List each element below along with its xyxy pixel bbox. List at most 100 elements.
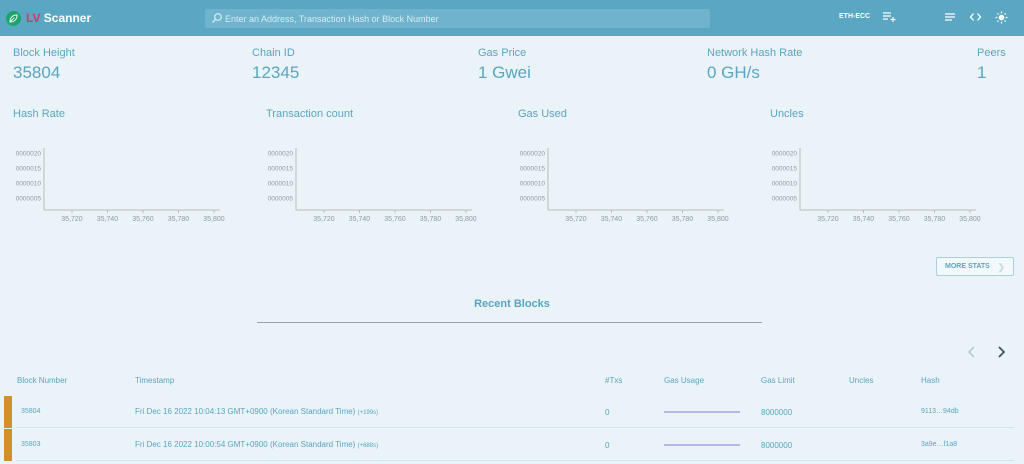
chart-hash-rate: 0000020 0000015 0000010 0000005 35,720 35,740… <box>16 148 225 223</box>
stat-label-block-height: Block Height <box>13 47 75 59</box>
row-divider <box>16 460 1014 461</box>
chart-y-tick-label: 0000010 <box>520 181 546 188</box>
chart-y-tick-label: 0000005 <box>520 196 546 203</box>
chart-x-tick-label: 35,740 <box>97 216 119 223</box>
stat-value-gas-price: 1 Gwei <box>478 63 531 82</box>
network-selector[interactable]: ETH-ECC <box>839 13 870 20</box>
chart-y-tick-label: 0000020 <box>16 151 42 158</box>
timestamp-ago: (+688s) <box>357 443 379 449</box>
leaf-logo-icon[interactable] <box>6 11 21 26</box>
chart-x-tick-label: 35,780 <box>168 216 190 223</box>
chart-y-tick-label: 0000005 <box>772 196 798 203</box>
menu-icon[interactable] <box>944 11 956 23</box>
row-divider <box>16 427 1014 428</box>
more-stats-button[interactable]: MORE STATS ❯ <box>936 257 1014 276</box>
chart-x-tick-label: 35,740 <box>349 216 371 223</box>
chart-x-tick-label: 35,720 <box>565 216 587 223</box>
chart-x-tick-label: 35,800 <box>203 216 225 223</box>
row-marker <box>4 429 12 461</box>
chart-uncles: 0000020 0000015 0000010 0000005 35,720 35,740… <box>772 148 981 223</box>
chart-y-tick-label: 0000020 <box>268 151 294 158</box>
block-timestamp: Fri Dec 16 2022 10:04:13 GMT+0900 (Korea… <box>135 407 378 416</box>
chart-y-tick-label: 0000010 <box>16 181 42 188</box>
stat-value-network-hash-rate: 0 GH/s <box>707 63 760 82</box>
chart-x-tick-label: 35,760 <box>888 216 910 223</box>
sun-icon[interactable] <box>995 11 1008 24</box>
recent-blocks-title: Recent Blocks <box>474 298 550 310</box>
chevron-right-icon: ❯ <box>997 262 1005 272</box>
chart-x-tick-label: 35,800 <box>455 216 477 223</box>
chart-gas-used: 0000020 0000015 0000010 0000005 35,720 35,740… <box>520 148 729 223</box>
stat-value-peers: 1 <box>977 63 987 82</box>
table-row[interactable]: 35804 Fri Dec 16 2022 10:04:13 GMT+0900 … <box>4 396 1014 428</box>
stat-value-block-height: 35804 <box>13 63 61 82</box>
chart-y-tick-label: 0000015 <box>268 166 294 173</box>
chart-x-tick-label: 35,760 <box>636 216 658 223</box>
column-header-hash[interactable]: Hash <box>921 376 940 385</box>
chart-y-tick-label: 0000015 <box>772 166 798 173</box>
table-row[interactable]: 35803 Fri Dec 16 2022 10:00:54 GMT+0900 … <box>4 429 1014 461</box>
chart-x-tick-label: 35,740 <box>601 216 623 223</box>
stat-label-peers: Peers <box>977 47 1006 59</box>
more-stats-label: MORE STATS <box>945 263 990 270</box>
chart-title-hash-rate: Hash Rate <box>13 108 65 120</box>
block-number-link[interactable]: 35804 <box>21 408 40 415</box>
stat-label-gas-price: Gas Price <box>478 47 527 59</box>
chart-x-tick-label: 35,800 <box>707 216 729 223</box>
chart-y-tick-label: 0000005 <box>268 196 294 203</box>
timestamp-text: Fri Dec 16 2022 10:00:54 GMT+0900 (Korea… <box>135 440 356 449</box>
playlist-add-icon[interactable] <box>883 11 896 23</box>
chart-title-uncles: Uncles <box>770 108 804 120</box>
row-marker <box>4 396 12 428</box>
column-header-txs[interactable]: #Txs <box>605 376 622 385</box>
pager-prev-chevron-left-icon[interactable] <box>965 345 979 359</box>
stat-label-network-hash-rate: Network Hash Rate <box>707 47 803 59</box>
column-header-block-number[interactable]: Block Number <box>17 376 67 385</box>
block-txs: 0 <box>605 408 610 417</box>
block-hash-link[interactable]: 9113…94db <box>921 408 959 415</box>
block-timestamp: Fri Dec 16 2022 10:00:54 GMT+0900 (Korea… <box>135 440 378 449</box>
column-header-gas-limit[interactable]: Gas Limit <box>761 376 795 385</box>
gas-usage-bar <box>664 444 740 446</box>
block-hash-link[interactable]: 3a9e…f1a8 <box>921 441 957 448</box>
chart-title-transaction-count: Transaction count <box>266 108 354 120</box>
column-header-timestamp[interactable]: Timestamp <box>135 376 174 385</box>
pager-next-chevron-right-icon[interactable] <box>994 345 1008 359</box>
stat-label-chain-id: Chain ID <box>252 47 295 59</box>
chart-x-tick-label: 35,720 <box>817 216 839 223</box>
chart-y-tick-label: 0000020 <box>520 151 546 158</box>
column-header-uncles[interactable]: Uncles <box>849 376 873 385</box>
chart-y-tick-label: 0000010 <box>268 181 294 188</box>
brand-prefix: LV <box>26 11 41 25</box>
search-box <box>205 9 710 28</box>
timestamp-text: Fri Dec 16 2022 10:04:13 GMT+0900 (Korea… <box>135 407 356 416</box>
chart-x-tick-label: 35,800 <box>959 216 981 223</box>
brand-suffix: Scanner <box>43 11 92 25</box>
chart-x-tick-label: 35,720 <box>61 216 83 223</box>
chart-y-tick-label: 0000010 <box>772 181 798 188</box>
chart-x-tick-label: 35,780 <box>420 216 442 223</box>
chart-title-gas-used: Gas Used <box>518 108 567 120</box>
chart-y-tick-label: 0000015 <box>16 166 42 173</box>
stat-value-chain-id: 12345 <box>252 63 300 82</box>
chart-transaction-count: 0000020 0000015 0000010 0000005 35,720 35,740… <box>268 148 477 223</box>
chart-x-tick-label: 35,720 <box>313 216 335 223</box>
gas-usage-bar <box>664 411 740 413</box>
block-gas-limit: 8000000 <box>761 441 793 450</box>
chart-y-tick-label: 0000020 <box>772 151 798 158</box>
chart-y-tick-label: 0000015 <box>520 166 546 173</box>
block-txs: 0 <box>605 441 610 450</box>
code-icon[interactable] <box>969 11 982 23</box>
block-number-link[interactable]: 35803 <box>21 441 40 448</box>
column-header-gas-usage[interactable]: Gas Usage <box>664 376 704 385</box>
search-input[interactable] <box>225 9 705 28</box>
block-gas-limit: 8000000 <box>761 408 793 417</box>
chart-x-tick-label: 35,760 <box>132 216 154 223</box>
chart-x-tick-label: 35,780 <box>924 216 946 223</box>
top-bar: LV Scanner ETH-ECC <box>0 0 1024 36</box>
chart-x-tick-label: 35,740 <box>853 216 875 223</box>
brand-name[interactable]: LV Scanner <box>26 11 91 25</box>
chart-y-tick-label: 0000005 <box>16 196 42 203</box>
chart-x-tick-label: 35,760 <box>384 216 406 223</box>
search-icon <box>212 13 222 23</box>
